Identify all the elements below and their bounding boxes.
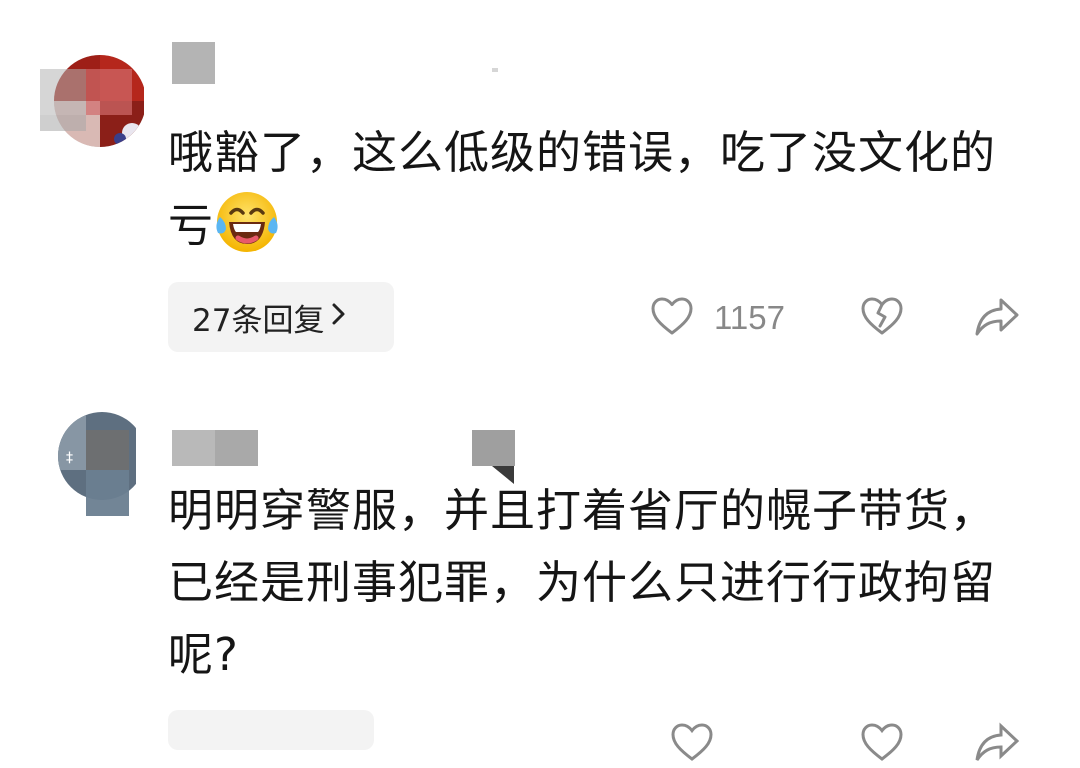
redaction-speck (492, 68, 498, 72)
comment-1: 哦豁了，这么低级的错误，吃了没文化的亏 27条回复 1157 (0, 0, 1080, 380)
username-redacted[interactable] (172, 42, 215, 84)
replies-button[interactable]: 27条回复 (168, 282, 394, 352)
like-count: 1157 (714, 299, 785, 336)
chevron-right-icon (330, 300, 348, 335)
like-button[interactable] (670, 722, 714, 766)
like-button[interactable]: 1157 (650, 296, 785, 340)
broken-heart-icon (860, 296, 904, 340)
redaction-block (472, 430, 515, 466)
share-arrow-icon (974, 722, 1020, 768)
avatar[interactable] (40, 55, 144, 147)
heart-outline-icon (670, 722, 714, 766)
comment-body: 哦豁了，这么低级的错误，吃了没文化的亏 (168, 126, 997, 252)
share-button[interactable] (974, 722, 1020, 768)
replies-label: 27条回复 (192, 302, 325, 339)
comment-text: 明明穿警服，并且打着省厅的幌子带货，已经是刑事犯罪，为什么只进行行政拘留呢? (168, 475, 1038, 691)
avatar-image (40, 55, 144, 147)
share-arrow-icon (974, 296, 1020, 342)
avatar-image: ‡ (58, 412, 136, 516)
share-button[interactable] (974, 296, 1020, 342)
dislike-button[interactable] (860, 296, 904, 340)
username-redacted[interactable] (172, 430, 258, 466)
avatar[interactable]: ‡ (56, 410, 136, 520)
comment-text: 哦豁了，这么低级的错误，吃了没文化的亏 (168, 117, 1028, 262)
svg-text:‡: ‡ (66, 450, 73, 466)
laughing-tears-emoji (214, 189, 280, 255)
dislike-button[interactable] (860, 722, 904, 766)
comment-2: ‡ 明明穿警服，并且打着省厅的幌子带货，已经是刑事犯罪，为什么只进行行政拘留呢? (0, 380, 1080, 761)
replies-button[interactable] (168, 710, 374, 750)
comment-body: 明明穿警服，并且打着省厅的幌子带货，已经是刑事犯罪，为什么只进行行政拘留呢? (168, 484, 997, 681)
broken-heart-icon (860, 722, 904, 766)
heart-outline-icon (650, 296, 694, 340)
